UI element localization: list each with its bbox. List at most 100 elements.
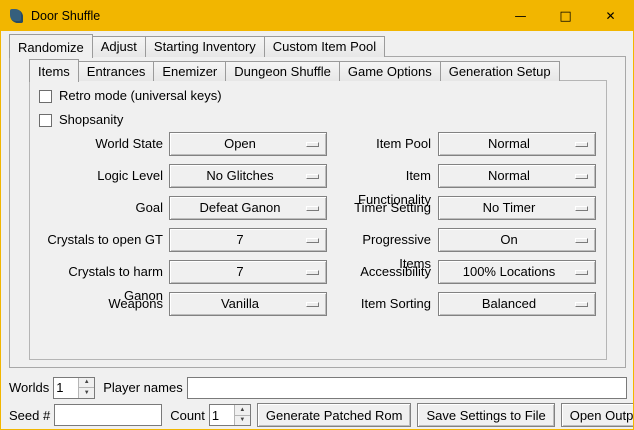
logic-level-label: Logic Level	[29, 164, 163, 188]
accessibility-dropdown[interactable]: 100% Locations	[438, 260, 596, 284]
item-sorting-label: Item Sorting	[331, 292, 431, 316]
logic-level-dropdown[interactable]: No Glitches	[169, 164, 327, 188]
shopsanity-checkbox[interactable]: Shopsanity	[39, 110, 123, 130]
option-row: World State Open Item Pool Normal	[29, 132, 607, 156]
option-row: Goal Defeat Ganon Timer Setting No Timer	[29, 196, 607, 220]
item-pool-label: Item Pool	[331, 132, 431, 156]
checkbox-label: Shopsanity	[59, 110, 123, 130]
dropdown-value: 7	[174, 229, 306, 251]
outer-tabbar: Randomize Adjust Starting Inventory Cust…	[9, 33, 384, 57]
option-row: Logic Level No Glitches Item Functionali…	[29, 164, 607, 188]
dropdown-indicator-icon	[575, 206, 588, 211]
dropdown-value: Vanilla	[174, 293, 306, 315]
dropdown-value: No Timer	[443, 197, 575, 219]
option-row: Weapons Vanilla Item Sorting Balanced	[29, 292, 607, 316]
titlebar[interactable]: Door Shuffle — □ ✕	[1, 1, 633, 31]
count-label: Count	[170, 404, 205, 427]
option-row: Crystals to harm Ganon 7 Accessibility 1…	[29, 260, 607, 284]
window-controls: — □ ✕	[498, 1, 633, 31]
spin-arrows: ▲ ▼	[78, 378, 94, 398]
tab-enemizer[interactable]: Enemizer	[153, 61, 226, 81]
tab-adjust[interactable]: Adjust	[92, 36, 146, 57]
window: Door Shuffle — □ ✕ Randomize Adjust Star…	[0, 0, 634, 430]
seed-row: Seed # Count ▲ ▼ Generate Patched Rom Sa…	[9, 403, 627, 427]
dropdown-indicator-icon	[306, 206, 319, 211]
worlds-label: Worlds	[9, 376, 49, 399]
dropdown-value: 100% Locations	[443, 261, 575, 283]
dropdown-value: Balanced	[443, 293, 575, 315]
tab-custom-item-pool[interactable]: Custom Item Pool	[264, 36, 385, 57]
tab-randomize[interactable]: Randomize	[9, 34, 93, 58]
count-input[interactable]	[210, 405, 234, 425]
tab-starting-inventory[interactable]: Starting Inventory	[145, 36, 265, 57]
tab-game-options[interactable]: Game Options	[339, 61, 441, 81]
timer-setting-dropdown[interactable]: No Timer	[438, 196, 596, 220]
crystals-open-gt-label: Crystals to open GT	[29, 228, 163, 252]
inner-tabbar: Items Entrances Enemizer Dungeon Shuffle…	[29, 58, 559, 81]
dropdown-indicator-icon	[575, 174, 588, 179]
app-icon	[10, 9, 23, 23]
count-spinbox: ▲ ▼	[209, 404, 251, 426]
world-state-dropdown[interactable]: Open	[169, 132, 327, 156]
dropdown-value: Open	[174, 133, 306, 155]
dropdown-indicator-icon	[306, 174, 319, 179]
dropdown-indicator-icon	[575, 142, 588, 147]
count-spin-up-icon[interactable]: ▲	[234, 405, 250, 416]
item-functionality-label: Item Functionality	[331, 164, 431, 188]
save-settings-button[interactable]: Save Settings to File	[417, 403, 554, 427]
worlds-input[interactable]	[54, 378, 78, 398]
generate-patched-rom-button[interactable]: Generate Patched Rom	[257, 403, 412, 427]
option-row: Crystals to open GT 7 Progressive Items …	[29, 228, 607, 252]
worlds-row: Worlds ▲ ▼ Player names	[9, 376, 627, 399]
checkbox-box	[39, 114, 52, 127]
seed-label: Seed #	[9, 404, 50, 427]
crystals-harm-ganon-label: Crystals to harm Ganon	[29, 260, 163, 284]
spin-arrows: ▲ ▼	[234, 405, 250, 425]
dropdown-indicator-icon	[575, 238, 588, 243]
dropdown-indicator-icon	[575, 302, 588, 307]
open-output-directory-button[interactable]: Open Output Directory	[561, 403, 634, 427]
window-title: Door Shuffle	[31, 9, 100, 23]
tab-generation-setup[interactable]: Generation Setup	[440, 61, 560, 81]
checkbox-label: Retro mode (universal keys)	[59, 86, 222, 106]
options-grid: World State Open Item Pool Normal Logic …	[29, 132, 607, 324]
item-pool-dropdown[interactable]: Normal	[438, 132, 596, 156]
worlds-spin-up-icon[interactable]: ▲	[78, 378, 94, 389]
retro-mode-checkbox[interactable]: Retro mode (universal keys)	[39, 86, 222, 106]
worlds-spinbox: ▲ ▼	[53, 377, 95, 399]
progressive-items-label: Progressive Items	[331, 228, 431, 252]
dropdown-value: Normal	[443, 133, 575, 155]
goal-dropdown[interactable]: Defeat Ganon	[169, 196, 327, 220]
progressive-items-dropdown[interactable]: On	[438, 228, 596, 252]
accessibility-label: Accessibility	[331, 260, 431, 284]
dropdown-indicator-icon	[306, 142, 319, 147]
dropdown-value: 7	[174, 261, 306, 283]
weapons-dropdown[interactable]: Vanilla	[169, 292, 327, 316]
crystals-harm-ganon-dropdown[interactable]: 7	[169, 260, 327, 284]
timer-setting-label: Timer Setting	[331, 196, 431, 220]
tab-dungeon-shuffle[interactable]: Dungeon Shuffle	[225, 61, 340, 81]
dropdown-value: Normal	[443, 165, 575, 187]
dropdown-indicator-icon	[306, 302, 319, 307]
dropdown-indicator-icon	[575, 270, 588, 275]
minimize-icon[interactable]: —	[498, 1, 543, 31]
crystals-open-gt-dropdown[interactable]: 7	[169, 228, 327, 252]
close-icon[interactable]: ✕	[588, 1, 633, 31]
item-functionality-dropdown[interactable]: Normal	[438, 164, 596, 188]
goal-label: Goal	[29, 196, 163, 220]
checkbox-box	[39, 90, 52, 103]
count-spin-down-icon[interactable]: ▼	[234, 416, 250, 426]
maximize-icon[interactable]: □	[543, 1, 588, 31]
tab-entrances[interactable]: Entrances	[78, 61, 155, 81]
dropdown-indicator-icon	[306, 270, 319, 275]
item-sorting-dropdown[interactable]: Balanced	[438, 292, 596, 316]
seed-input[interactable]	[54, 404, 162, 426]
weapons-label: Weapons	[29, 292, 163, 316]
player-names-input[interactable]	[187, 377, 627, 399]
tab-items[interactable]: Items	[29, 59, 79, 82]
world-state-label: World State	[29, 132, 163, 156]
dropdown-value: Defeat Ganon	[174, 197, 306, 219]
player-names-label: Player names	[103, 376, 182, 399]
dropdown-value: No Glitches	[174, 165, 306, 187]
worlds-spin-down-icon[interactable]: ▼	[78, 388, 94, 398]
